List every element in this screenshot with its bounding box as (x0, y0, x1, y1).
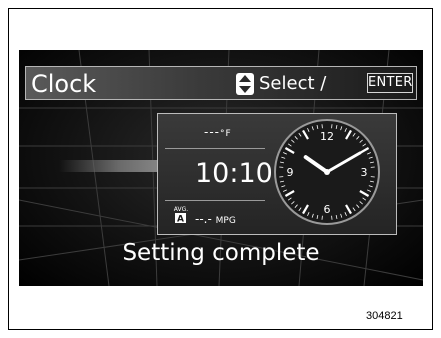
analog-clock: 12 3 6 9 (274, 119, 380, 225)
mpg-value: --.- (195, 212, 212, 226)
enter-button-label: ENTER (367, 73, 413, 93)
clock-numeral-3: 3 (361, 166, 368, 179)
temperature-readout: ---°F (204, 125, 232, 139)
average-badge-letter: A (177, 215, 184, 225)
figure-code: 304821 (366, 310, 403, 322)
divider-upper (165, 148, 265, 149)
digital-time: 10:10 (195, 158, 273, 189)
clock-numeral-9: 9 (287, 166, 294, 179)
average-badge-text: AVG. (174, 206, 188, 213)
divider-lower (165, 200, 265, 201)
temperature-unit: °F (220, 129, 232, 139)
up-down-arrows-icon (236, 73, 254, 95)
temperature-value: --- (204, 125, 220, 139)
mpg-readout: --.- MPG (195, 212, 236, 226)
screen-title: Clock (31, 70, 97, 98)
clock-numeral-12: 12 (320, 130, 334, 143)
mpg-unit: MPG (215, 216, 236, 226)
clock-center (324, 169, 330, 175)
select-label: Select / (259, 73, 327, 94)
average-fuel-badge-icon: AVG. A (174, 206, 188, 225)
status-message: Setting complete (122, 240, 320, 266)
clock-numeral-6: 6 (324, 203, 331, 216)
display-screen: Clock Select / ENTER ---°F 10:10 AVG. A … (19, 50, 423, 286)
light-streak (59, 160, 159, 172)
